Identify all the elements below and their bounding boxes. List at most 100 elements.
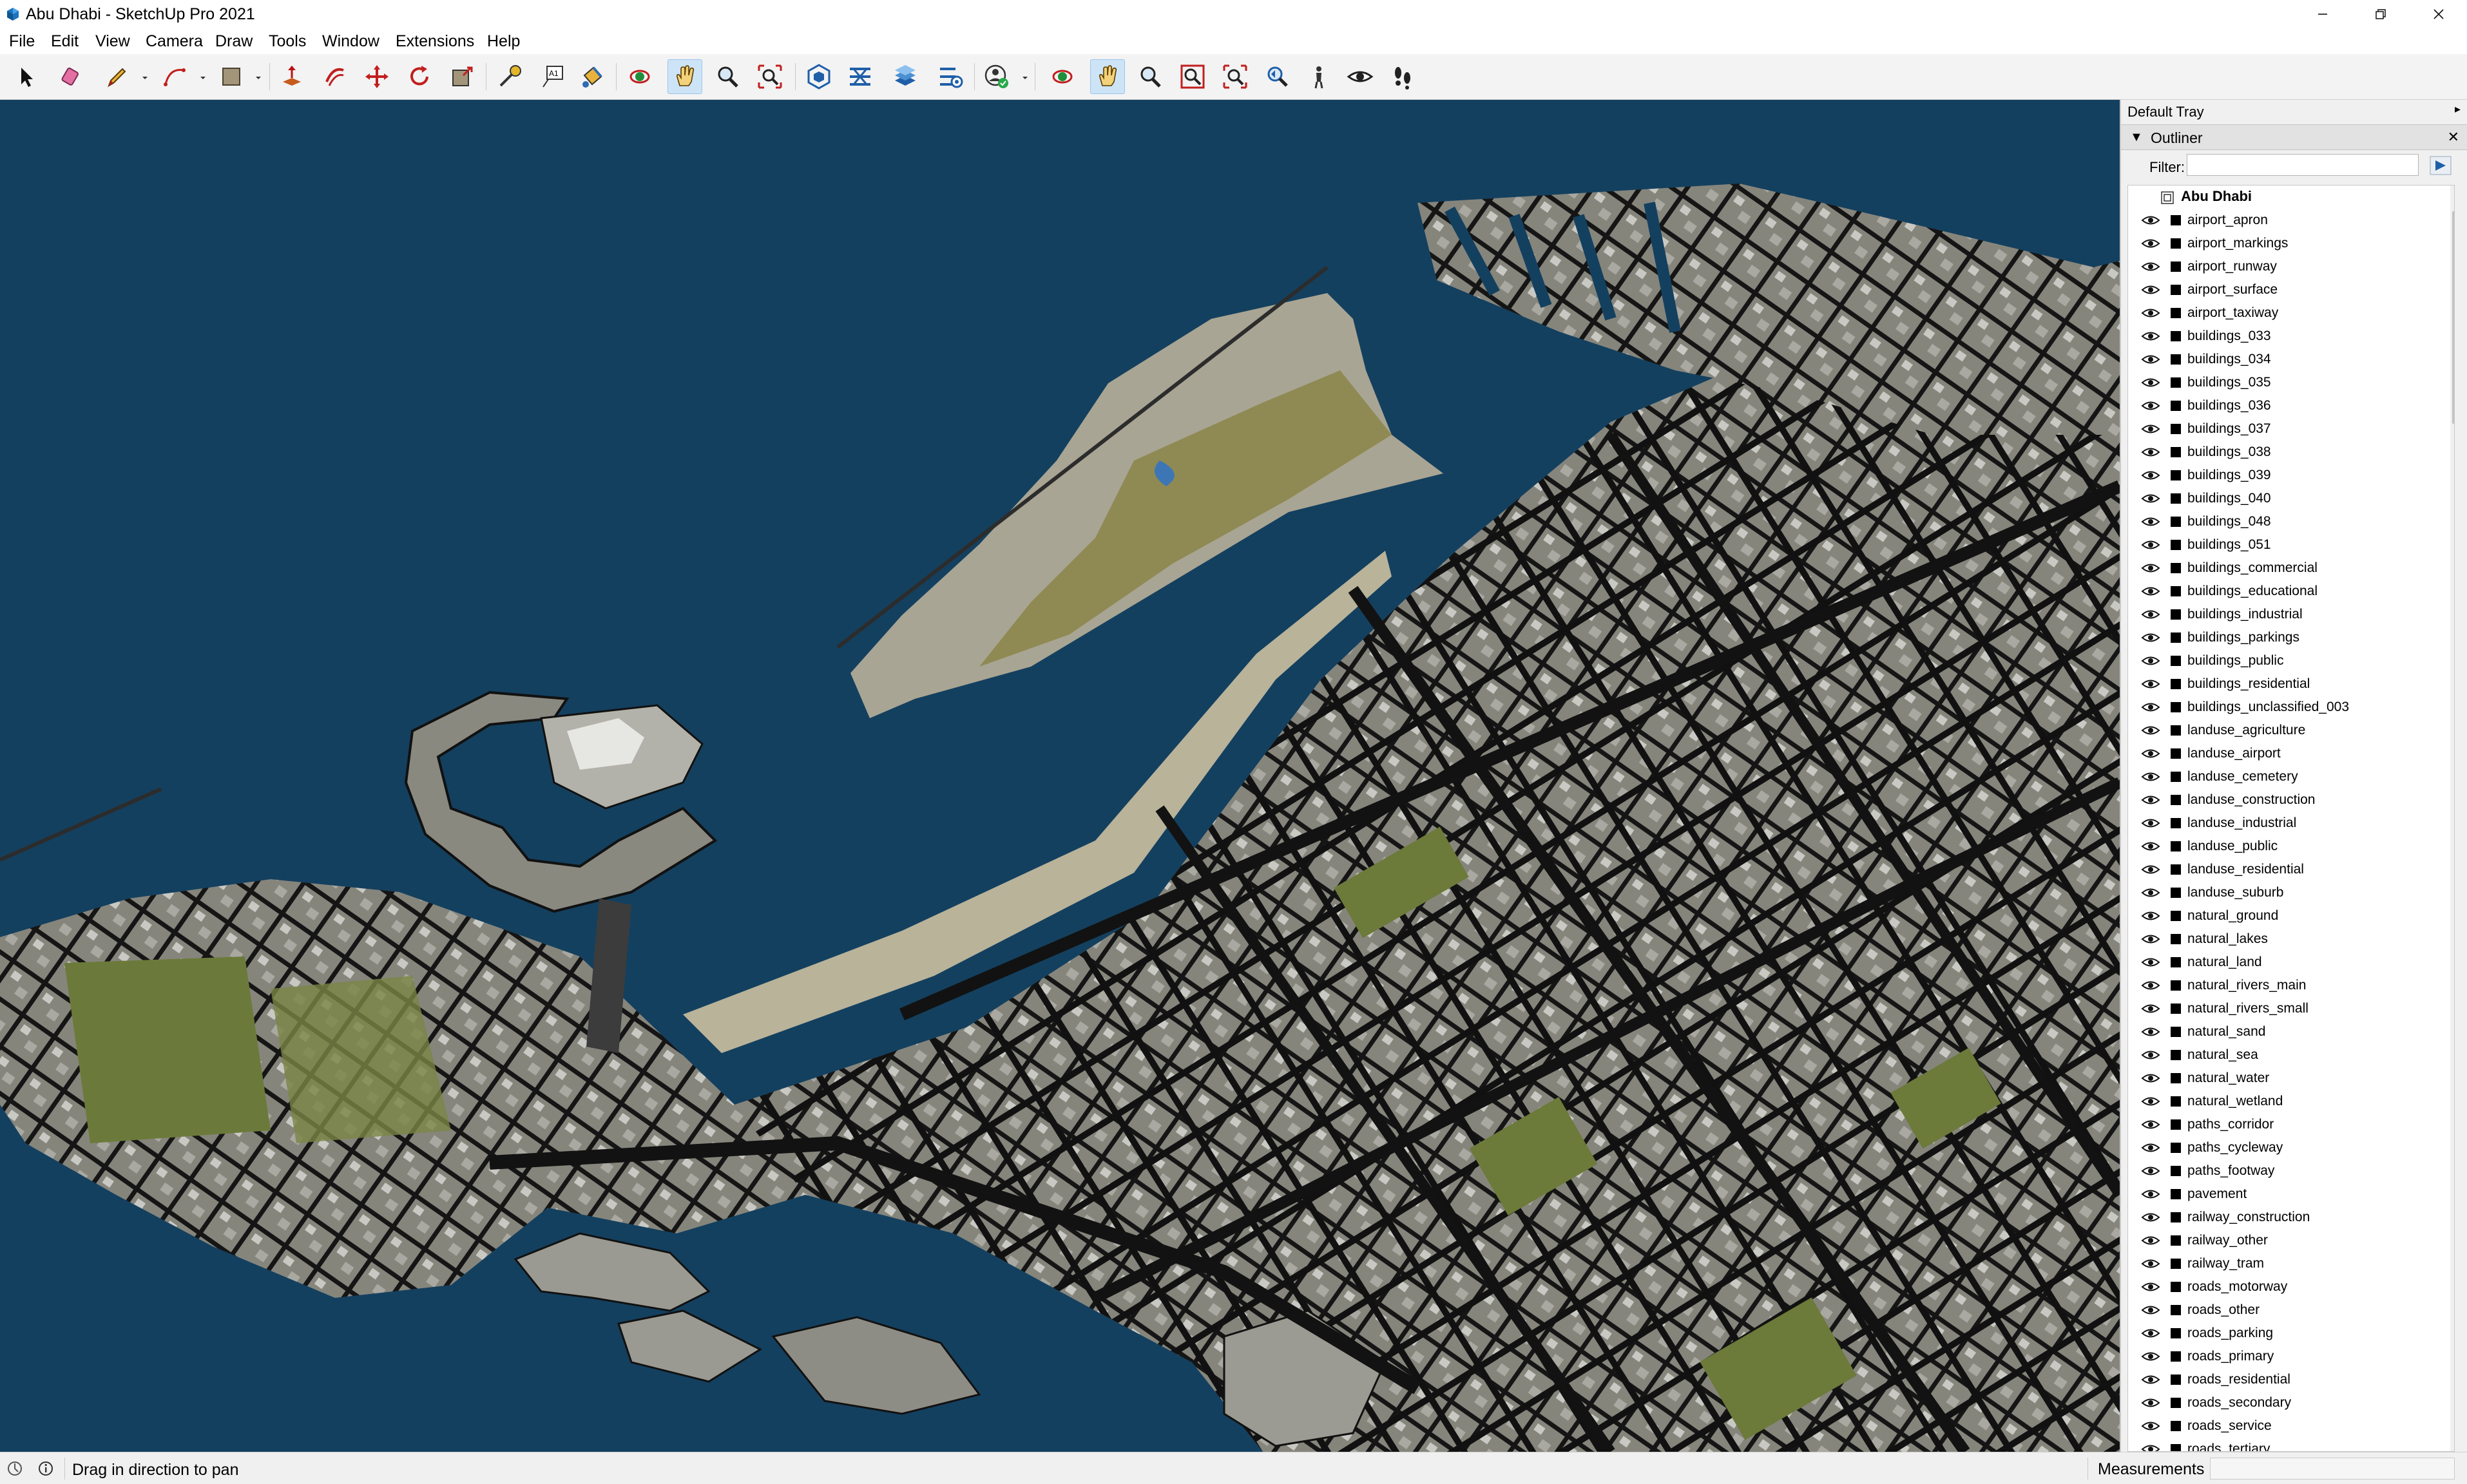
visibility-eye-icon[interactable] bbox=[2141, 1165, 2160, 1177]
outliner-item[interactable]: buildings_033 bbox=[2128, 325, 2444, 348]
menu-tools[interactable]: Tools bbox=[267, 32, 307, 50]
outliner-root-row[interactable]: Abu Dhabi bbox=[2128, 186, 2444, 209]
visibility-eye-icon[interactable] bbox=[2141, 1397, 2160, 1409]
extension-warehouse-button[interactable] bbox=[843, 59, 878, 94]
outliner-item[interactable]: railway_construction bbox=[2128, 1206, 2444, 1229]
profile-button[interactable] bbox=[979, 59, 1014, 94]
previous-view-button[interactable] bbox=[1260, 59, 1295, 94]
visibility-eye-icon[interactable] bbox=[2141, 1374, 2160, 1385]
outliner-item[interactable]: roads_motorway bbox=[2128, 1275, 2444, 1298]
visibility-eye-icon[interactable] bbox=[2141, 632, 2160, 643]
outliner-item[interactable]: buildings_commercial bbox=[2128, 556, 2444, 580]
outliner-item[interactable]: airport_taxiway bbox=[2128, 301, 2444, 325]
visibility-eye-icon[interactable] bbox=[2141, 562, 2160, 574]
walk-button[interactable] bbox=[1385, 59, 1420, 94]
visibility-eye-icon[interactable] bbox=[2141, 1049, 2160, 1061]
outliner-item[interactable]: roads_tertiary bbox=[2128, 1438, 2444, 1451]
3d-warehouse-button[interactable] bbox=[802, 59, 836, 94]
outliner-item[interactable]: landuse_airport bbox=[2128, 742, 2444, 765]
outliner-item[interactable]: buildings_public bbox=[2128, 649, 2444, 672]
select-tool-button[interactable] bbox=[9, 59, 44, 94]
chevron-down-icon[interactable] bbox=[200, 75, 206, 81]
outliner-item[interactable]: roads_residential bbox=[2128, 1368, 2444, 1391]
outliner-item[interactable]: roads_other bbox=[2128, 1298, 2444, 1322]
menu-window[interactable]: Window bbox=[321, 32, 381, 50]
visibility-eye-icon[interactable] bbox=[2141, 284, 2160, 296]
scrollbar-thumb[interactable] bbox=[2452, 211, 2454, 424]
outliner-item[interactable]: natural_water bbox=[2128, 1067, 2444, 1090]
push-pull-tool-button[interactable] bbox=[274, 59, 309, 94]
visibility-eye-icon[interactable] bbox=[2141, 261, 2160, 272]
orbit-tool-button[interactable] bbox=[622, 59, 657, 94]
outliner-item[interactable]: buildings_051 bbox=[2128, 533, 2444, 556]
visibility-eye-icon[interactable] bbox=[2141, 1235, 2160, 1246]
visibility-eye-icon[interactable] bbox=[2141, 214, 2160, 226]
outliner-options-icon[interactable] bbox=[2429, 155, 2452, 176]
outliner-item[interactable]: roads_parking bbox=[2128, 1322, 2444, 1345]
visibility-eye-icon[interactable] bbox=[2141, 887, 2160, 899]
paint-bucket-tool-button[interactable] bbox=[575, 59, 610, 94]
outliner-item[interactable]: buildings_038 bbox=[2128, 441, 2444, 464]
look-around-button[interactable] bbox=[1343, 59, 1377, 94]
visibility-eye-icon[interactable] bbox=[2141, 910, 2160, 922]
visibility-eye-icon[interactable] bbox=[2141, 933, 2160, 945]
outliner-item[interactable]: buildings_residential bbox=[2128, 672, 2444, 696]
zoom-extents-camera-button[interactable] bbox=[1218, 59, 1253, 94]
visibility-eye-icon[interactable] bbox=[2141, 1304, 2160, 1316]
zoom-extents-tool-button[interactable] bbox=[753, 59, 787, 94]
visibility-eye-icon[interactable] bbox=[2141, 377, 2160, 388]
outliner-item[interactable]: buildings_039 bbox=[2128, 464, 2444, 487]
outliner-item[interactable]: landuse_cemetery bbox=[2128, 765, 2444, 788]
outliner-item[interactable]: buildings_educational bbox=[2128, 580, 2444, 603]
outliner-panel-header[interactable]: ▼ Outliner ✕ bbox=[2121, 124, 2467, 150]
collapse-triangle-icon[interactable]: ▼ bbox=[2130, 130, 2143, 145]
visibility-eye-icon[interactable] bbox=[2141, 585, 2160, 597]
outliner-item[interactable]: landuse_industrial bbox=[2128, 812, 2444, 835]
outliner-item[interactable]: natural_land bbox=[2128, 951, 2444, 974]
visibility-eye-icon[interactable] bbox=[2141, 980, 2160, 991]
visibility-eye-icon[interactable] bbox=[2141, 678, 2160, 690]
menu-file[interactable]: File bbox=[8, 32, 36, 50]
info-icon[interactable] bbox=[37, 1460, 54, 1477]
visibility-eye-icon[interactable] bbox=[2141, 400, 2160, 412]
outliner-item[interactable]: railway_other bbox=[2128, 1229, 2444, 1252]
outliner-item[interactable]: buildings_040 bbox=[2128, 487, 2444, 510]
measurements-input[interactable] bbox=[2210, 1458, 2455, 1479]
visibility-eye-icon[interactable] bbox=[2141, 470, 2160, 481]
visibility-eye-icon[interactable] bbox=[2141, 1072, 2160, 1084]
pencil-tool-button[interactable] bbox=[99, 59, 134, 94]
outliner-item[interactable]: airport_surface bbox=[2128, 278, 2444, 301]
rectangle-tool-button[interactable] bbox=[214, 59, 249, 94]
outliner-item[interactable]: landuse_construction bbox=[2128, 788, 2444, 812]
outliner-item[interactable]: landuse_suburb bbox=[2128, 881, 2444, 904]
outliner-item[interactable]: buildings_parkings bbox=[2128, 626, 2444, 649]
layout-button[interactable] bbox=[888, 59, 923, 94]
close-window-button[interactable] bbox=[2410, 0, 2467, 28]
visibility-eye-icon[interactable] bbox=[2141, 516, 2160, 528]
visibility-eye-icon[interactable] bbox=[2141, 1212, 2160, 1223]
visibility-eye-icon[interactable] bbox=[2141, 771, 2160, 783]
outliner-item[interactable]: buildings_035 bbox=[2128, 371, 2444, 394]
visibility-eye-icon[interactable] bbox=[2141, 446, 2160, 458]
visibility-eye-icon[interactable] bbox=[2141, 539, 2160, 551]
model-viewport[interactable] bbox=[0, 100, 2120, 1452]
outliner-item[interactable]: airport_markings bbox=[2128, 232, 2444, 255]
outliner-item[interactable]: railway_tram bbox=[2128, 1252, 2444, 1275]
extension-manager-button[interactable] bbox=[933, 59, 968, 94]
outliner-item[interactable]: natural_rivers_small bbox=[2128, 997, 2444, 1020]
visibility-eye-icon[interactable] bbox=[2141, 794, 2160, 806]
menu-draw[interactable]: Draw bbox=[214, 32, 254, 50]
visibility-eye-icon[interactable] bbox=[2141, 1258, 2160, 1270]
outliner-item[interactable]: paths_cycleway bbox=[2128, 1136, 2444, 1159]
zoom-window-button[interactable] bbox=[1175, 59, 1210, 94]
geolocation-icon[interactable] bbox=[6, 1460, 23, 1477]
visibility-eye-icon[interactable] bbox=[2141, 1003, 2160, 1014]
visibility-eye-icon[interactable] bbox=[2141, 701, 2160, 713]
visibility-eye-icon[interactable] bbox=[2141, 238, 2160, 249]
visibility-eye-icon[interactable] bbox=[2141, 841, 2160, 852]
outliner-item[interactable]: landuse_public bbox=[2128, 835, 2444, 858]
filter-input[interactable] bbox=[2187, 154, 2419, 176]
visibility-eye-icon[interactable] bbox=[2141, 330, 2160, 342]
move-tool-button[interactable] bbox=[360, 59, 394, 94]
outliner-item[interactable]: natural_rivers_main bbox=[2128, 974, 2444, 997]
